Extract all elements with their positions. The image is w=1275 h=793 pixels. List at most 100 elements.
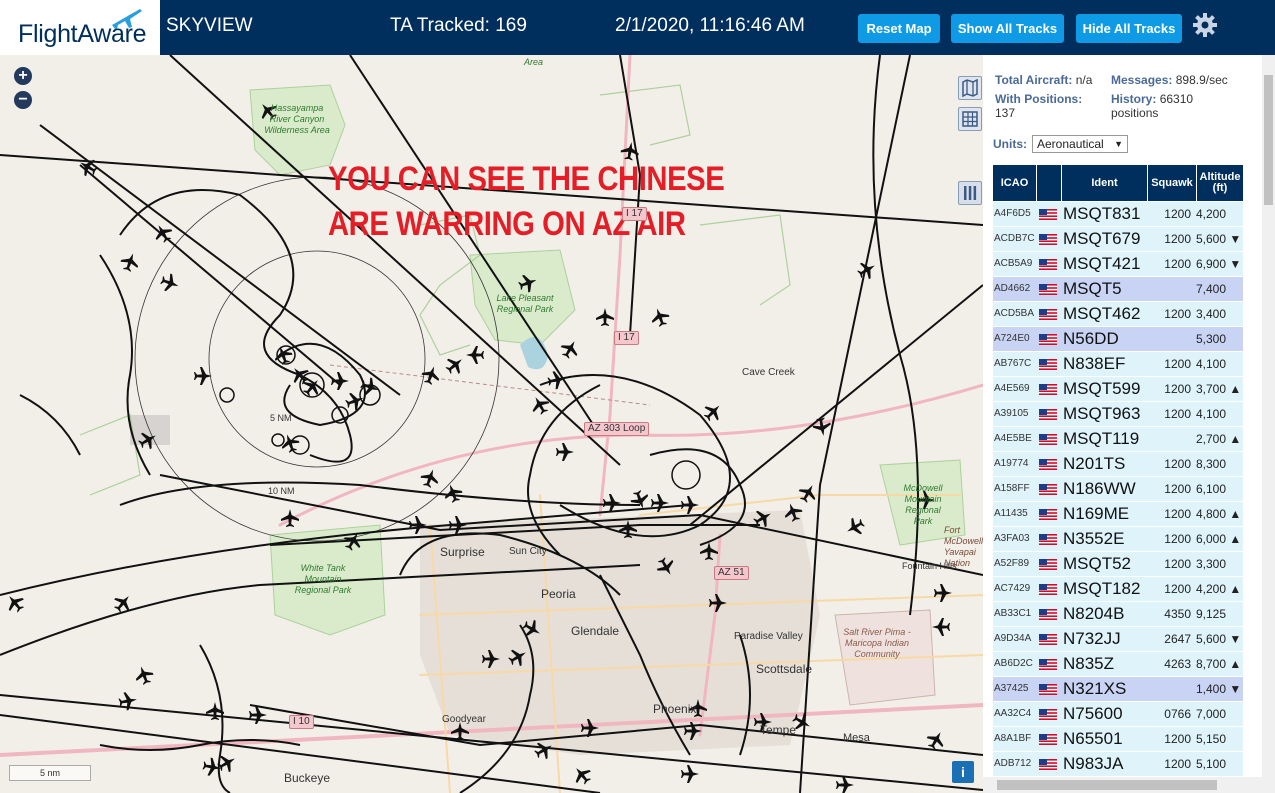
row-ident: N56DD (1063, 329, 1119, 348)
positions-label: With Positions: (995, 92, 1083, 106)
us-flag-icon (1039, 684, 1057, 695)
row-squawk: 1200 (1164, 207, 1191, 221)
positions-value: 137 (995, 106, 1016, 120)
table-row[interactable]: A37425 N321XS 1,400 ▼ (993, 677, 1243, 702)
col-squawk[interactable]: Squawk (1148, 165, 1197, 201)
table-row[interactable]: A4E569 MSQT599 1200 3,700 ▲ (993, 377, 1243, 402)
gear-icon[interactable] (1192, 12, 1218, 38)
place-phoenix: Phoenix (653, 702, 697, 716)
table-row[interactable]: A4F6D5 MSQT831 1200 4,200 (993, 202, 1243, 227)
row-ident: N732JJ (1063, 629, 1121, 648)
row-squawk: 4350 (1164, 607, 1191, 621)
row-icao: AA32C4 (994, 708, 1032, 719)
table-row[interactable]: A19774 N201TS 1200 8,300 (993, 452, 1243, 477)
table-row[interactable]: AA32C4 N75600 0766 7,000 (993, 702, 1243, 727)
zoom-out-button[interactable]: − (14, 91, 32, 109)
row-ident: MSQT5 (1063, 279, 1122, 298)
reset-map-button[interactable]: Reset Map (858, 14, 940, 43)
logo-text: FlightAware (18, 20, 147, 48)
place-peoria: Peoria (541, 587, 576, 601)
sidebar-vertical-scrollbar[interactable] (1262, 55, 1275, 793)
row-altitude: 4,100 (1196, 407, 1227, 421)
row-altitude: 5,300 (1196, 332, 1227, 346)
units-select[interactable]: Aeronautical ▼ (1032, 135, 1128, 153)
table-row[interactable]: ACB5A9 MSQT421 1200 6,900 ▼ (993, 252, 1243, 277)
table-row[interactable]: AB33C1 N8204B 4350 9,125 (993, 602, 1243, 627)
table-row[interactable]: A3FA03 N3552E 1200 6,000 ▲ (993, 527, 1243, 552)
row-altitude: 3,300 (1196, 557, 1227, 571)
map-icon (962, 78, 978, 98)
show-all-tracks-button[interactable]: Show All Tracks (951, 14, 1064, 43)
col-ident[interactable]: Ident (1062, 165, 1148, 201)
messages-value: 898.9/sec (1175, 73, 1228, 87)
column-toggle-button[interactable] (958, 181, 982, 205)
row-ident: MSQT599 (1063, 379, 1141, 398)
table-row[interactable]: AB6D2C N835Z 4263 8,700 ▲ (993, 652, 1243, 677)
row-squawk (1146, 327, 1191, 351)
row-icao: AC7429 (994, 583, 1031, 594)
row-icao: ACD5BA (994, 308, 1035, 319)
place-surprise: Surprise (440, 545, 485, 559)
us-flag-icon (1039, 284, 1057, 295)
us-flag-icon (1039, 634, 1057, 645)
row-altitude: 2,700 ▲ (1196, 432, 1242, 446)
row-altitude: 6,900 ▼ (1196, 257, 1242, 271)
row-ident: MSQT679 (1063, 229, 1141, 248)
table-row[interactable]: A158FF N186WW 1200 6,100 (993, 477, 1243, 502)
flightaware-logo[interactable]: FlightAware (0, 0, 160, 55)
road-i10: I 10 (289, 715, 314, 729)
table-row[interactable]: A39105 MSQT963 1200 4,100 (993, 402, 1243, 427)
us-flag-icon (1039, 384, 1057, 395)
history-stat: History: 66310 positions (1111, 92, 1231, 120)
table-row[interactable]: AC7429 MSQT182 1200 4,200 ▲ (993, 577, 1243, 602)
table-row[interactable]: AB767C N838EF 1200 4,100 (993, 352, 1243, 377)
row-icao: A158FF (994, 483, 1030, 494)
place-paradise-valley: Paradise Valley (734, 631, 803, 642)
row-icao: A8A1BF (994, 733, 1032, 744)
col-flag[interactable] (1037, 165, 1062, 201)
row-altitude: 4,200 ▲ (1196, 582, 1242, 596)
table-row[interactable]: A724E0 N56DD 5,300 (993, 327, 1243, 352)
col-altitude[interactable]: Altitude (ft) (1197, 165, 1243, 201)
overlay-text-line-1: YOU CAN SEE THE CHINESE (328, 160, 725, 198)
park-hassayampa: Hassayampa River Canyon Wilderness Area (264, 103, 330, 135)
table-row[interactable]: A52F89 MSQT52 1200 3,300 (993, 552, 1243, 577)
table-row[interactable]: A9D34A N732JJ 2647 5,600 ▼ (993, 627, 1243, 652)
hide-all-tracks-button[interactable]: Hide All Tracks (1076, 14, 1182, 43)
table-row[interactable]: A4E5BE MSQT119 2,700 ▲ (993, 427, 1243, 452)
us-flag-icon (1039, 359, 1057, 370)
table-row[interactable]: A11435 N169ME 1200 4,800 ▲ (993, 502, 1243, 527)
us-flag-icon (1039, 609, 1057, 620)
tracked-count: TA Tracked: 169 (390, 15, 527, 36)
info-button[interactable]: i (952, 761, 974, 783)
col-icao[interactable]: ICAO (993, 165, 1037, 201)
zoom-in-button[interactable]: + (14, 67, 32, 85)
map-view[interactable]: YOU CAN SEE THE CHINESE ARE WARRING ON A… (0, 55, 983, 793)
us-flag-icon (1039, 559, 1057, 570)
positions-stat: With Positions: 137 (995, 92, 1105, 120)
row-squawk: 1200 (1164, 232, 1191, 246)
table-row[interactable]: ACD5BA MSQT462 1200 3,400 (993, 302, 1243, 327)
horizontal-scrollbar-thumb[interactable] (997, 780, 1217, 790)
road-i17-north: I 17 (622, 207, 647, 221)
row-ident: MSQT462 (1063, 304, 1141, 323)
row-altitude: 8,700 ▲ (1196, 657, 1242, 671)
row-ident: N8204B (1063, 604, 1125, 623)
table-row[interactable]: AD4662 MSQT5 7,400 (993, 277, 1243, 302)
sidebar-horizontal-scrollbar[interactable] (983, 777, 1262, 793)
table-row[interactable]: A8A1BF N65501 1200 5,150 (993, 727, 1243, 752)
table-row[interactable]: ADB712 N983JA 1200 5,100 (993, 752, 1243, 777)
table-row[interactable]: ACDB7C MSQT679 1200 5,600 ▼ (993, 227, 1243, 252)
row-icao: A37425 (994, 683, 1029, 694)
row-ident: N169ME (1063, 504, 1130, 523)
place-fort-mcdowell: Fort McDowell Yavapai Nation (944, 525, 983, 568)
row-icao: A9D34A (994, 633, 1032, 644)
row-altitude: 9,125 (1196, 607, 1227, 621)
place-glendale: Glendale (571, 624, 620, 638)
us-flag-icon (1039, 209, 1057, 220)
row-ident: N983JA (1063, 754, 1124, 773)
place-sun-city: Sun City (509, 546, 547, 557)
scrollbar-thumb[interactable] (1264, 75, 1273, 205)
map-layers-button[interactable] (958, 76, 982, 100)
grid-toggle-button[interactable] (958, 107, 982, 131)
